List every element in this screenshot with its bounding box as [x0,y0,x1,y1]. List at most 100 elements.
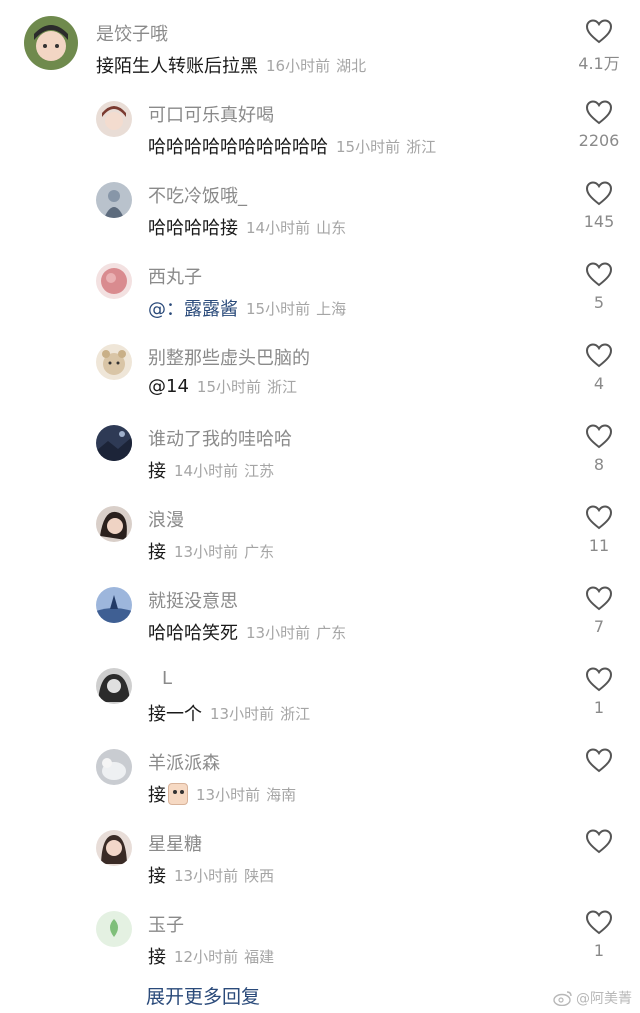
reply-item: 西丸子 @：露露酱 15小时前 上海 5 [0,247,640,328]
comment-username[interactable]: 谁动了我的哇哈哈 [148,425,292,451]
reply-item: 不吃冷饭哦_ 哈哈哈哈接 14小时前 山东 145 [0,166,640,247]
comment-text: 接 [148,866,166,887]
weibo-icon [553,991,572,1006]
avatar[interactable] [96,182,132,218]
comment-body: 接 13小时前 陕西 [148,862,274,888]
reply-item: 星星糖 接 13小时前 陕西 [0,814,640,895]
comment-body: 接 13小时前 海南 [148,781,296,807]
like-count: 11 [588,536,610,555]
comment-location: 上海 [316,299,347,318]
reply-item: 可口可乐真好喝 哈哈哈哈哈哈哈哈哈哈 15小时前 浙江 2206 [0,85,640,166]
like-button[interactable]: 11 [572,504,626,556]
comment-text: 哈哈哈哈接 [148,218,238,239]
heart-icon [585,19,613,44]
reply-item: 谁动了我的哇哈哈 接 14小时前 江苏 8 [0,409,640,490]
comment-location: 浙江 [280,704,311,723]
heart-icon [585,343,613,368]
expand-more-replies-link[interactable]: 展开更多回复 [146,982,260,1009]
heart-icon [585,667,613,692]
like-button[interactable]: 145 [572,180,626,232]
comment-body: 接一个 13小时前 浙江 [148,700,310,726]
comment-body: 接 14小时前 江苏 [148,457,274,483]
heart-icon [585,829,613,854]
like-count: 4.1万 [578,54,620,73]
comment-time: 15小时前 [196,378,261,396]
comment-username[interactable]: 就挺没意思 [148,587,238,613]
comment-text: 哈哈哈哈哈哈哈哈哈哈 [148,137,328,158]
comment-time: 15小时前 [336,137,401,156]
heart-icon [585,424,613,449]
heart-icon [585,100,613,125]
sticker-emoji-icon [168,783,188,805]
comment-location: 广东 [316,623,347,642]
avatar[interactable] [96,506,132,542]
like-button[interactable]: 5 [572,261,626,313]
comment-time: 14小时前 [174,461,239,480]
comment-text: 接陌生人转账后拉黑 [96,56,258,77]
comment-username[interactable]: L [162,668,172,689]
comment-username[interactable]: 玉子 [148,911,184,937]
reply-item: 就挺没意思 哈哈哈笑死 13小时前 广东 7 [0,571,640,652]
comment-location: 浙江 [406,137,437,156]
like-count: 1 [593,698,605,717]
like-button[interactable]: 1 [572,909,626,961]
comment-text[interactable]: @：露露酱 [148,295,238,321]
avatar[interactable] [96,668,132,704]
heart-icon [585,262,613,287]
avatar[interactable] [24,16,78,70]
reply-item: 羊派派森 接 13小时前 海南 [0,733,640,814]
like-count: 1 [593,941,605,960]
like-button[interactable] [572,747,626,799]
comment-username[interactable]: 可口可乐真好喝 [148,101,274,127]
avatar[interactable] [96,344,132,380]
watermark: @阿美菁 [553,988,632,1008]
comment-body: @14 15小时前 浙江 [148,376,297,397]
heart-icon [585,910,613,935]
reply-item: 浪漫 接 13小时前 广东 11 [0,490,640,571]
avatar[interactable] [96,911,132,947]
avatar[interactable] [96,587,132,623]
comment-time: 14小时前 [246,218,311,237]
comment-username[interactable]: 不吃冷饭哦_ [148,182,247,208]
like-button[interactable]: 8 [572,423,626,475]
comment-username[interactable]: 星星糖 [148,830,202,856]
comment-text: 接一个 [148,704,202,725]
comment-body: 接陌生人转账后拉黑 16小时前 湖北 [96,52,366,78]
like-button[interactable] [572,828,626,880]
comment-time: 13小时前 [246,623,311,642]
like-button[interactable]: 4 [572,342,626,394]
comment-username[interactable]: 西丸子 [148,263,202,289]
like-button[interactable]: 4.1万 [572,18,626,73]
heart-icon [585,505,613,530]
comment-body: @：露露酱 15小时前 上海 [148,295,346,321]
avatar[interactable] [96,749,132,785]
comment-time: 12小时前 [174,947,239,966]
like-button[interactable]: 1 [572,666,626,718]
like-button[interactable]: 2206 [572,99,626,151]
reply-item: L 接一个 13小时前 浙江 1 [0,652,640,733]
comment-location: 陕西 [244,866,275,885]
reply-item: 别整那些虚头巴脑的 @14 15小时前 浙江 4 [0,328,640,409]
comment-location: 浙江 [267,378,298,396]
avatar[interactable] [96,830,132,866]
comment-body: 哈哈哈笑死 13小时前 广东 [148,619,346,645]
like-count [572,779,626,799]
like-count: 4 [593,374,605,393]
comment-text: 接 [148,461,166,482]
comment-username[interactable]: 是饺子哦 [96,20,168,46]
avatar[interactable] [96,263,132,299]
comment-time: 13小时前 [174,866,239,885]
comment-username[interactable]: 浪漫 [148,506,184,532]
like-count: 145 [583,212,615,231]
comment-body: 接 13小时前 广东 [148,538,274,564]
heart-icon [585,748,613,773]
like-button[interactable]: 7 [572,585,626,637]
like-count: 2206 [578,131,620,150]
avatar[interactable] [96,101,132,137]
comment-location: 山东 [316,218,347,237]
comment-username[interactable]: 羊派派森 [148,749,220,775]
avatar[interactable] [96,425,132,461]
comment-username[interactable]: 别整那些虚头巴脑的 [148,344,310,370]
comment-time: 15小时前 [246,299,311,318]
comment-time: 13小时前 [196,785,261,804]
